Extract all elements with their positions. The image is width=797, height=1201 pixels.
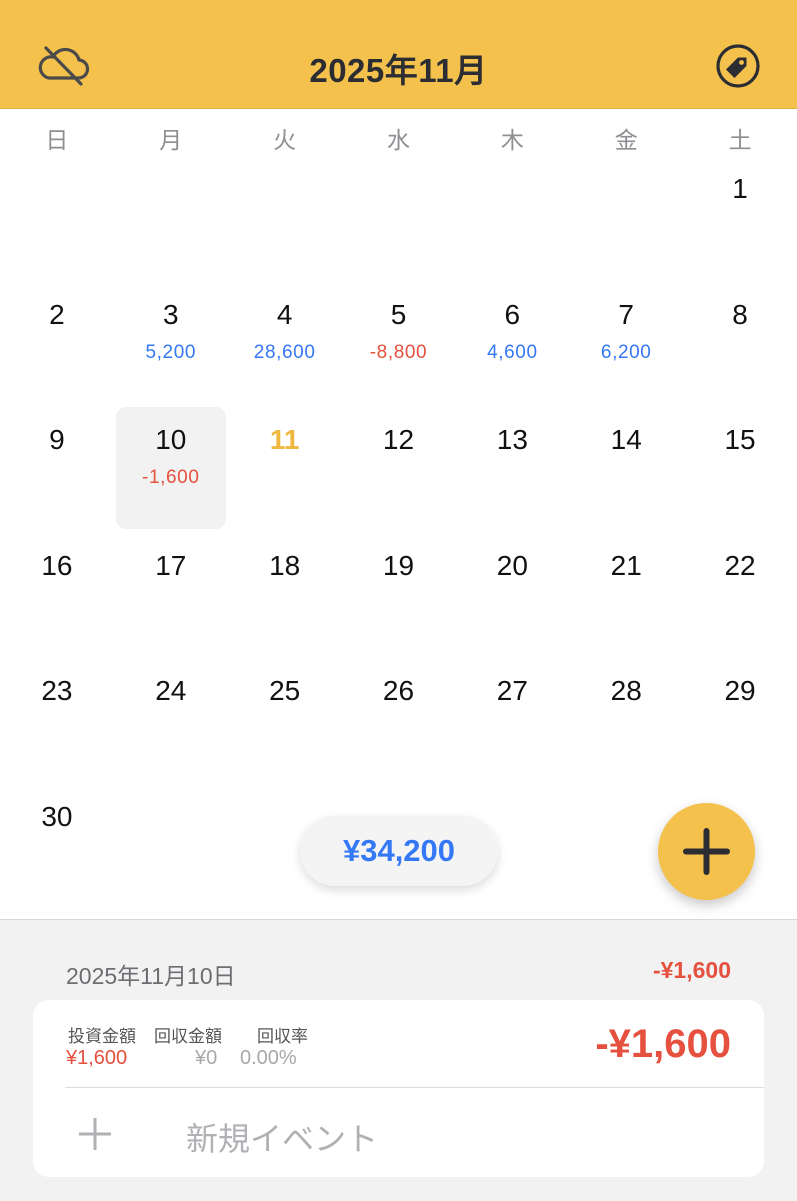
day-cell[interactable]: 1: [685, 156, 795, 278]
weekday-label: 金: [614, 127, 638, 153]
day-amount: 28,600: [253, 341, 316, 363]
day-cell[interactable]: 8: [685, 282, 795, 404]
new-event-label: 新規イベント: [186, 1121, 379, 1157]
day-cell[interactable]: 5 -8,800: [344, 282, 454, 404]
day-number: 22: [724, 549, 756, 581]
day-cell[interactable]: 29: [685, 658, 795, 780]
day-number: 23: [41, 675, 73, 707]
day-number: 5: [390, 298, 407, 330]
day-number: 7: [618, 298, 634, 330]
day-number: 25: [269, 675, 301, 707]
weekday-label: 木: [500, 127, 524, 153]
day-cell[interactable]: 15: [685, 407, 795, 529]
rate-label: 回収率: [257, 1027, 308, 1046]
selected-date: 2025年11月10日: [66, 963, 236, 989]
day-cell[interactable]: 28: [571, 658, 681, 780]
invest-value: ¥1,600: [66, 1047, 128, 1069]
day-number: 2: [49, 298, 65, 330]
day-amount: -1,600: [142, 467, 200, 489]
day-cell[interactable]: 3 5,200: [116, 282, 226, 404]
day-cell[interactable]: 10 -1,600: [115, 407, 226, 530]
day-number: 1: [732, 173, 748, 204]
day-number: 27: [496, 675, 528, 707]
day-number: 19: [382, 549, 415, 581]
day-cell[interactable]: 25: [230, 658, 340, 780]
day-cell[interactable]: 13: [457, 407, 567, 529]
plus-icon: [79, 1118, 111, 1150]
day-cell[interactable]: 2: [2, 282, 112, 404]
add-event-button[interactable]: [658, 803, 755, 900]
day-cell[interactable]: 4 28,600: [230, 282, 340, 404]
day-cell[interactable]: 16: [2, 533, 112, 655]
day-number: 13: [496, 424, 528, 456]
day-cell[interactable]: 20: [457, 533, 567, 655]
day-cell[interactable]: 9: [2, 407, 112, 529]
day-cell[interactable]: 22: [685, 533, 795, 655]
day-number: 12: [382, 424, 415, 456]
weekday-header: 日月火水木金土: [0, 121, 797, 153]
day-cell[interactable]: 26: [344, 658, 454, 780]
day-cell[interactable]: 30: [2, 784, 112, 906]
day-cell[interactable]: 21: [571, 533, 681, 655]
rate-value: 0.00%: [240, 1047, 297, 1069]
day-amount: -8,800: [369, 341, 428, 363]
month-total-pill[interactable]: ¥34,200: [300, 816, 498, 886]
day-amount: 5,200: [145, 341, 197, 363]
day-number: 11: [269, 424, 300, 456]
day-number: 8: [732, 298, 748, 330]
day-number: 28: [610, 675, 642, 707]
day-cell[interactable]: 17: [116, 533, 226, 655]
day-number: 6: [504, 298, 521, 330]
day-cell[interactable]: 19: [344, 533, 454, 655]
day-number: 26: [382, 675, 415, 707]
day-number: 21: [610, 549, 642, 581]
day-amount: 4,600: [487, 341, 538, 363]
weekday-label: 月: [159, 127, 183, 153]
card-total: -¥1,600: [595, 1022, 731, 1066]
day-number: 30: [41, 801, 73, 832]
invest-label: 投資金額: [68, 1027, 136, 1046]
day-number: 10: [155, 424, 187, 456]
weekday-label: 火: [273, 127, 297, 153]
selected-day-total: -¥1,600: [652, 957, 731, 983]
weekday-label: 土: [728, 127, 752, 153]
return-value: ¥0: [195, 1047, 218, 1069]
day-cell[interactable]: 18: [230, 533, 340, 655]
weekday-label: 日: [45, 127, 69, 153]
day-cell[interactable]: 27: [457, 658, 567, 780]
tag-icon[interactable]: [715, 44, 763, 88]
new-event-button[interactable]: 新規イベント: [65, 1088, 764, 1177]
day-number: 4: [276, 298, 293, 330]
day-number: 29: [724, 675, 756, 707]
day-number: 24: [155, 675, 187, 707]
day-cell[interactable]: 7 6,200: [571, 282, 681, 404]
month-title[interactable]: 2025年11月: [0, 44, 797, 92]
weekday-label: 水: [387, 127, 410, 153]
day-number: 18: [269, 549, 301, 581]
plus-icon: [683, 828, 730, 875]
day-detail-panel: 2025年11月10日 -¥1,600 投資金額 ¥1,600 回収金額 ¥0 …: [0, 919, 797, 1201]
day-number: 15: [724, 424, 756, 456]
day-amount: 6,200: [600, 341, 652, 363]
day-cell[interactable]: 11: [230, 407, 340, 529]
day-number: 20: [496, 549, 528, 581]
app-header: 2025年11月: [0, 0, 797, 109]
day-number: 3: [162, 298, 179, 330]
day-cell[interactable]: 6 4,600: [457, 282, 567, 404]
day-summary-card: 投資金額 ¥1,600 回収金額 ¥0 回収率 0.00% -¥1,600 新規…: [33, 1000, 764, 1177]
day-number: 9: [49, 424, 65, 456]
day-number: 16: [41, 549, 73, 581]
return-label: 回収金額: [154, 1027, 222, 1046]
day-cell[interactable]: 23: [2, 658, 112, 780]
day-number: 17: [155, 549, 187, 581]
day-cell[interactable]: 24: [116, 658, 226, 780]
day-number: 14: [610, 424, 642, 456]
day-cell[interactable]: 12: [344, 407, 454, 529]
day-cell[interactable]: 14: [571, 407, 681, 529]
